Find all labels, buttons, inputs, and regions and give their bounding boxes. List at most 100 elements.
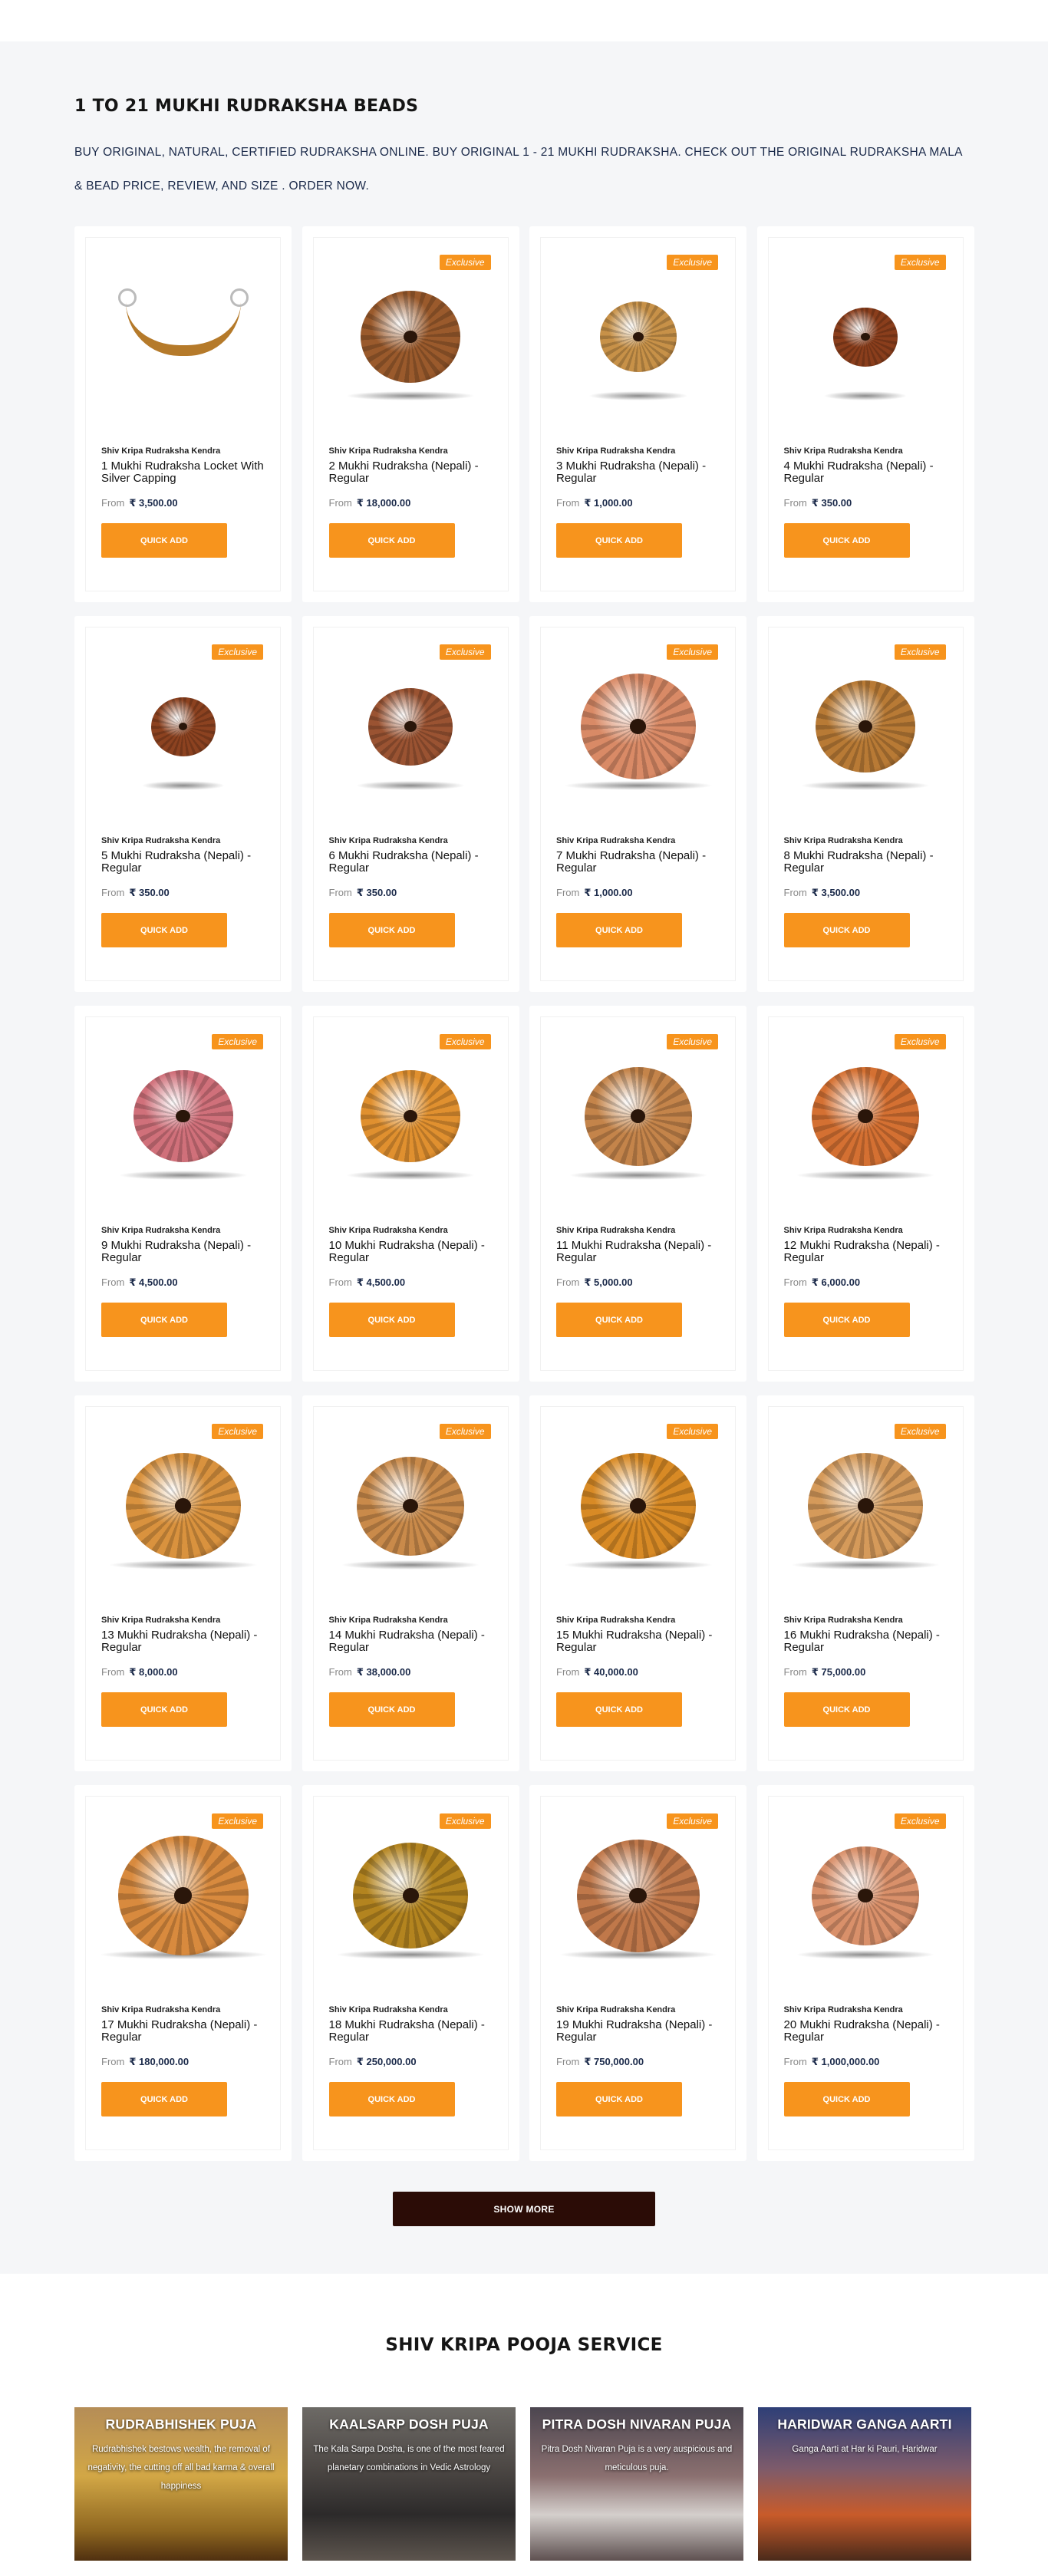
quick-add-button[interactable]: QUICK ADD [783,1692,910,1727]
product-card[interactable]: Exclusive Shiv Kripa Rudraksha Kendra 12 M… [756,1006,974,1382]
pooja-card-kaalsarp[interactable]: KAALSARP DOSH PUJA The Kala Sarpa Dosha,… [302,2407,516,2561]
quick-add-button[interactable]: QUICK ADD [556,523,682,558]
quick-add-button[interactable]: QUICK ADD [783,2082,910,2116]
product-image[interactable] [784,1407,947,1605]
product-card[interactable]: Exclusive Shiv Kripa Rudraksha Kendra 10 M… [302,1006,519,1382]
product-card[interactable]: Exclusive Shiv Kripa Rudraksha Kendra 16 M… [756,1395,974,1771]
product-card[interactable]: Exclusive Shiv Kripa Rudraksha Kendra 15 M… [529,1395,746,1771]
product-image[interactable] [329,238,493,436]
product-image[interactable] [556,238,720,436]
product-card[interactable]: Exclusive Shiv Kripa Rudraksha Kendra 19 M… [529,1785,746,2161]
quick-add-button[interactable]: QUICK ADD [101,913,227,947]
pooja-card-ganga-aarti[interactable]: HARIDWAR GANGA AARTI Ganga Aarti at Har … [758,2407,971,2561]
product-card[interactable]: Exclusive Shiv Kripa Rudraksha Kendra 7 Mu… [529,616,746,992]
quick-add-button[interactable]: QUICK ADD [328,1303,455,1337]
product-vendor[interactable]: Shiv Kripa Rudraksha Kendra [556,836,720,845]
product-vendor[interactable]: Shiv Kripa Rudraksha Kendra [329,836,493,845]
quick-add-button[interactable]: QUICK ADD [328,523,455,558]
quick-add-button[interactable]: QUICK ADD [101,2082,227,2116]
product-vendor[interactable]: Shiv Kripa Rudraksha Kendra [101,2005,265,2014]
product-name[interactable]: 19 Mukhi Rudraksha (Nepali) - Regular [556,2019,720,2045]
product-image[interactable] [98,1797,268,1995]
product-vendor[interactable]: Shiv Kripa Rudraksha Kendra [784,1226,947,1235]
product-vendor[interactable]: Shiv Kripa Rudraksha Kendra [101,836,265,845]
product-vendor[interactable]: Shiv Kripa Rudraksha Kendra [329,446,493,456]
product-vendor[interactable]: Shiv Kripa Rudraksha Kendra [556,1226,720,1235]
product-card[interactable]: Exclusive Shiv Kripa Rudraksha Kendra 5 Mu… [74,616,292,992]
product-card[interactable]: Exclusive Shiv Kripa Rudraksha Kendra 17 M… [74,1785,292,2161]
product-name[interactable]: 12 Mukhi Rudraksha (Nepali) - Regular [784,1240,947,1266]
product-image[interactable] [329,1407,493,1605]
product-image[interactable] [556,1407,720,1605]
product-name[interactable]: 17 Mukhi Rudraksha (Nepali) - Regular [101,2019,265,2045]
product-name[interactable]: 9 Mukhi Rudraksha (Nepali) - Regular [101,1240,265,1266]
pooja-card-pitra-dosh[interactable]: PITRA DOSH NIVARAN PUJA Pitra Dosh Nivar… [530,2407,743,2561]
product-name[interactable]: 10 Mukhi Rudraksha (Nepali) - Regular [329,1240,493,1266]
product-vendor[interactable]: Shiv Kripa Rudraksha Kendra [784,836,947,845]
product-image[interactable] [556,628,720,825]
product-card[interactable]: Exclusive Shiv Kripa Rudraksha Kendra 18 M… [302,1785,519,2161]
product-name[interactable]: 15 Mukhi Rudraksha (Nepali) - Regular [556,1629,720,1655]
product-vendor[interactable]: Shiv Kripa Rudraksha Kendra [784,2005,947,2014]
quick-add-button[interactable]: QUICK ADD [328,1692,455,1727]
quick-add-button[interactable]: QUICK ADD [783,523,910,558]
quick-add-button[interactable]: QUICK ADD [556,1692,682,1727]
product-image[interactable] [101,1017,265,1215]
product-vendor[interactable]: Shiv Kripa Rudraksha Kendra [784,1616,947,1625]
product-image[interactable] [784,628,947,825]
product-name[interactable]: 14 Mukhi Rudraksha (Nepali) - Regular [329,1629,493,1655]
product-name[interactable]: 5 Mukhi Rudraksha (Nepali) - Regular [101,850,265,876]
product-card[interactable]: Exclusive Shiv Kripa Rudraksha Kendra 4 Mu… [756,226,974,602]
product-vendor[interactable]: Shiv Kripa Rudraksha Kendra [329,1616,493,1625]
product-image[interactable] [556,1797,720,1995]
product-vendor[interactable]: Shiv Kripa Rudraksha Kendra [556,446,720,456]
product-vendor[interactable]: Shiv Kripa Rudraksha Kendra [101,1616,265,1625]
product-name[interactable]: 16 Mukhi Rudraksha (Nepali) - Regular [784,1629,947,1655]
product-image[interactable] [556,1017,720,1215]
product-name[interactable]: 8 Mukhi Rudraksha (Nepali) - Regular [784,850,947,876]
product-name[interactable]: 20 Mukhi Rudraksha (Nepali) - Regular [784,2019,947,2045]
pooja-card-rudrabhishek[interactable]: RUDRABHISHEK PUJA Rudrabhishek bestows w… [74,2407,288,2561]
product-image[interactable] [101,1407,265,1605]
quick-add-button[interactable]: QUICK ADD [556,913,682,947]
product-image[interactable] [101,628,265,825]
product-vendor[interactable]: Shiv Kripa Rudraksha Kendra [329,1226,493,1235]
quick-add-button[interactable]: QUICK ADD [101,1303,227,1337]
product-vendor[interactable]: Shiv Kripa Rudraksha Kendra [556,1616,720,1625]
product-image[interactable] [784,238,947,436]
quick-add-button[interactable]: QUICK ADD [556,2082,682,2116]
product-image[interactable] [784,1797,947,1995]
product-name[interactable]: 3 Mukhi Rudraksha (Nepali) - Regular [556,460,720,486]
product-name[interactable]: 11 Mukhi Rudraksha (Nepali) - Regular [556,1240,720,1266]
product-image[interactable] [101,238,265,436]
product-name[interactable]: 6 Mukhi Rudraksha (Nepali) - Regular [329,850,493,876]
product-image[interactable] [329,628,493,825]
product-card[interactable]: Exclusive Shiv Kripa Rudraksha Kendra 14 M… [302,1395,519,1771]
product-card[interactable]: Exclusive Shiv Kripa Rudraksha Kendra 3 Mu… [529,226,746,602]
product-vendor[interactable]: Shiv Kripa Rudraksha Kendra [329,2005,493,2014]
product-vendor[interactable]: Shiv Kripa Rudraksha Kendra [556,2005,720,2014]
quick-add-button[interactable]: QUICK ADD [328,913,455,947]
product-name[interactable]: 4 Mukhi Rudraksha (Nepali) - Regular [784,460,947,486]
quick-add-button[interactable]: QUICK ADD [783,913,910,947]
product-card[interactable]: Exclusive Shiv Kripa Rudraksha Kendra 9 Mu… [74,1006,292,1382]
product-name[interactable]: 2 Mukhi Rudraksha (Nepali) - Regular [329,460,493,486]
product-vendor[interactable]: Shiv Kripa Rudraksha Kendra [101,1226,265,1235]
product-card[interactable]: Exclusive Shiv Kripa Rudraksha Kendra 20 M… [756,1785,974,2161]
product-vendor[interactable]: Shiv Kripa Rudraksha Kendra [101,446,265,456]
quick-add-button[interactable]: QUICK ADD [556,1303,682,1337]
product-name[interactable]: 18 Mukhi Rudraksha (Nepali) - Regular [329,2019,493,2045]
product-card[interactable]: Exclusive Shiv Kripa Rudraksha Kendra 13 M… [74,1395,292,1771]
product-name[interactable]: 1 Mukhi Rudraksha Locket With Silver Cap… [101,460,265,486]
product-image[interactable] [329,1797,493,1995]
product-card[interactable]: Exclusive Shiv Kripa Rudraksha Kendra 2 Mu… [302,226,519,602]
product-name[interactable]: 13 Mukhi Rudraksha (Nepali) - Regular [101,1629,265,1655]
product-vendor[interactable]: Shiv Kripa Rudraksha Kendra [784,446,947,456]
product-card[interactable]: Exclusive Shiv Kripa Rudraksha Kendra 8 Mu… [756,616,974,992]
product-name[interactable]: 7 Mukhi Rudraksha (Nepali) - Regular [556,850,720,876]
product-image[interactable] [329,1017,493,1215]
product-card[interactable]: Exclusive Shiv Kripa Rudraksha Kendra 6 Mu… [302,616,519,992]
show-more-button[interactable]: SHOW MORE [393,2192,655,2226]
quick-add-button[interactable]: QUICK ADD [783,1303,910,1337]
product-card[interactable]: Exclusive Shiv Kripa Rudraksha Kendra 11 M… [529,1006,746,1382]
